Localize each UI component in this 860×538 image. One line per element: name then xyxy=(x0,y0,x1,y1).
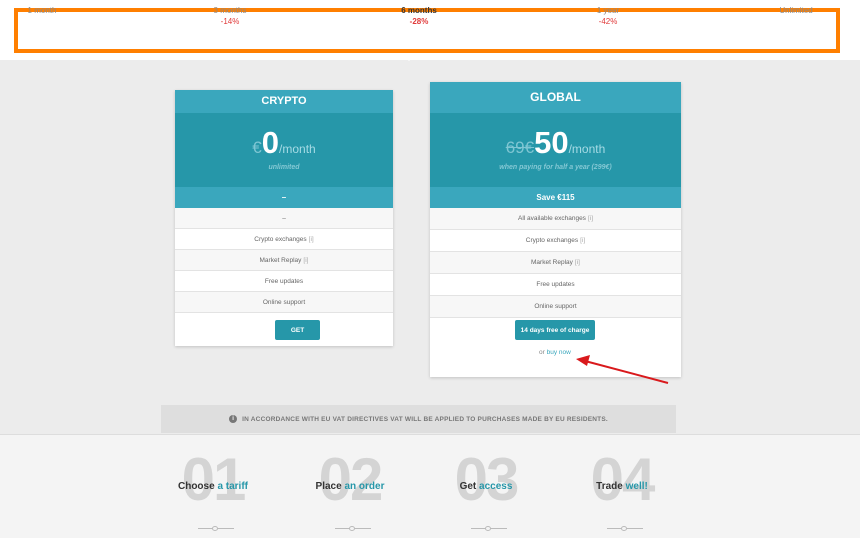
price-note: unlimited xyxy=(268,164,300,171)
step-get-access: 03 Get access xyxy=(421,435,551,538)
feature-row: Crypto exchanges [i] xyxy=(175,229,393,250)
feature-row: All available exchanges [i] xyxy=(430,208,681,230)
old-price: 69€ xyxy=(505,138,535,157)
step-number: 01 xyxy=(181,446,247,513)
period-name: 3 months xyxy=(213,6,247,15)
period-3-months[interactable]: 3 months -14% xyxy=(190,6,270,27)
feature-label: Crypto exchanges xyxy=(525,237,579,244)
period-name: 6 months xyxy=(401,6,437,15)
step-dot xyxy=(212,526,218,531)
active-period-pointer xyxy=(401,53,417,61)
step-dot xyxy=(349,526,355,531)
plan-title: CRYPTO xyxy=(175,90,393,113)
feature-row: Free updates xyxy=(430,274,681,296)
info-icon[interactable]: [i] xyxy=(309,236,314,243)
savings-bar: Save €115 xyxy=(430,187,681,208)
feature-row: Free updates xyxy=(175,271,393,292)
period-discount: -14% xyxy=(220,17,240,26)
info-icon[interactable]: [i] xyxy=(303,257,308,264)
step-number: 02 xyxy=(318,446,384,513)
plan-title: GLOBAL xyxy=(430,82,681,113)
step-place-order: 02 Place an order xyxy=(285,435,415,538)
step-dot xyxy=(621,526,627,531)
feature-label: All available exchanges xyxy=(518,215,586,222)
plan-price: € 0 /month unlimited xyxy=(175,113,393,187)
period-1-year[interactable]: 1 year -42% xyxy=(568,6,648,27)
step-trade-well: 04 Trade well! xyxy=(557,435,687,538)
info-icon[interactable]: [i] xyxy=(588,215,593,222)
period-discount: -42% xyxy=(598,17,618,26)
steps-section: 01 Choose a tariff 02 Place an order 03 … xyxy=(0,434,860,538)
vat-notice: i IN ACCORDANCE WITH EU VAT DIRECTIVES V… xyxy=(161,405,676,433)
plan-card-global: GLOBAL 69€ 50 /month when paying for hal… xyxy=(430,82,681,377)
feature-label: Online support xyxy=(534,303,577,310)
feature-row: Crypto exchanges [i] xyxy=(430,230,681,252)
step-label: Get access xyxy=(459,481,513,492)
info-icon[interactable]: [i] xyxy=(580,237,585,244)
price-amount: 50 xyxy=(534,125,569,160)
free-trial-button[interactable]: 14 days free of charge xyxy=(515,320,595,340)
step-number: 04 xyxy=(590,446,656,513)
feature-label: Free updates xyxy=(536,281,575,288)
price-period: /month xyxy=(568,142,606,156)
period-name: 1 year xyxy=(596,6,620,15)
feature-row: Market Replay [i] xyxy=(175,250,393,271)
feature-label: Market Replay xyxy=(531,259,573,266)
feature-label: Free updates xyxy=(264,277,304,285)
step-number: 03 xyxy=(454,446,520,513)
price-amount: 0 xyxy=(261,125,280,160)
vat-notice-text: IN ACCORDANCE WITH EU VAT DIRECTIVES VAT… xyxy=(242,415,608,423)
feature-row: Online support xyxy=(430,296,681,318)
info-icon[interactable]: [i] xyxy=(575,259,580,266)
period-1-month[interactable]: 1 month xyxy=(2,6,82,16)
step-label: Place an order xyxy=(315,481,385,492)
period-discount: -28% xyxy=(409,17,429,26)
period-name: 1 month xyxy=(27,6,57,15)
buy-now-link-wrapper: or buy now xyxy=(539,349,571,356)
period-name: Unlimited xyxy=(779,6,813,15)
feature-row: Online support xyxy=(175,292,393,313)
feature-label: Crypto exchanges xyxy=(254,235,307,243)
feature-list: All available exchanges [i] Crypto exchan… xyxy=(430,208,681,318)
feature-row: Market Replay [i] xyxy=(430,252,681,274)
price-note: when paying for half a year (299€) xyxy=(499,164,612,171)
info-circle-icon: i xyxy=(229,415,238,423)
buy-now-prefix: or xyxy=(539,349,545,356)
step-choose-tariff: 01 Choose a tariff xyxy=(148,435,278,538)
plan-card-crypto: CRYPTO € 0 /month unlimited – – Crypto e… xyxy=(175,90,393,346)
period-6-months[interactable]: 6 months -28% xyxy=(379,6,459,27)
feature-row: – xyxy=(175,208,393,229)
feature-list: – Crypto exchanges [i] Market Replay [i] F… xyxy=(175,208,393,313)
feature-label: Online support xyxy=(262,298,306,306)
step-label: Choose a tariff xyxy=(177,481,248,492)
buy-now-link[interactable]: buy now xyxy=(547,349,571,356)
feature-label: Market Replay xyxy=(259,256,302,264)
get-button[interactable]: GET xyxy=(275,320,320,340)
period-selector-bar: 1 month 3 months -14% 6 months -28% 1 ye… xyxy=(0,0,860,60)
currency-symbol: € xyxy=(252,138,262,157)
plan-price: 69€ 50 /month when paying for half a yea… xyxy=(430,113,681,187)
savings-bar: – xyxy=(175,187,393,208)
step-dot xyxy=(485,526,491,531)
feature-label: – xyxy=(282,214,286,222)
price-period: /month xyxy=(279,142,316,156)
step-label: Trade well! xyxy=(596,481,648,492)
period-unlimited[interactable]: Unlimited xyxy=(756,6,836,16)
